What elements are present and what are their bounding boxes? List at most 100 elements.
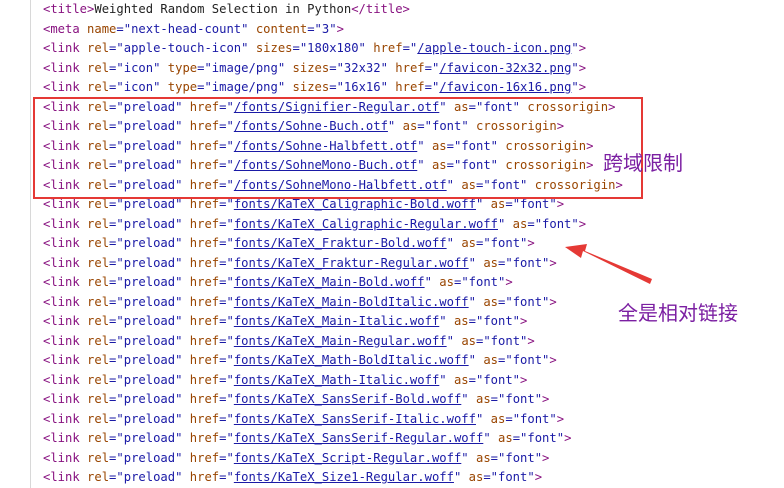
href-link[interactable]: fonts/KaTeX_Size1-Regular.woff (234, 470, 454, 484)
code-line: <link rel="preload" href="fonts/KaTeX_Fr… (0, 234, 784, 254)
rel-value: "preload" (116, 294, 183, 309)
rel-value: "preload" (116, 411, 183, 426)
attr-name: content (255, 21, 308, 36)
href-link[interactable]: /fonts/Signifier-Regular.otf (234, 100, 439, 114)
tag-open: <link (43, 372, 88, 387)
href-link[interactable]: /fonts/Sohne-Buch.otf (234, 119, 388, 133)
href-link[interactable]: fonts/KaTeX_Main-BoldItalic.woff (234, 295, 469, 309)
tag-open: <link (43, 294, 88, 309)
tag-close: > (527, 333, 535, 348)
tag-open: <link (43, 275, 88, 289)
as-value: "font" (476, 372, 521, 387)
href-link[interactable]: fonts/KaTeX_SansSerif-Regular.woff (234, 431, 483, 445)
href-link[interactable]: fonts/KaTeX_Script-Regular.woff (234, 451, 461, 465)
href-link[interactable]: /fonts/SohneMono-Buch.otf (234, 158, 417, 172)
href-link[interactable]: fonts/KaTeX_Caligraphic-Bold.woff (234, 197, 476, 211)
tag-close: > (542, 392, 550, 406)
rel-value: "preload" (116, 99, 183, 114)
rel-value: "preload" (116, 197, 183, 211)
type-value: "image/png" (204, 80, 286, 94)
attr-value: "next-head-count" (123, 21, 249, 36)
href-link[interactable]: fonts/KaTeX_Caligraphic-Regular.woff (234, 217, 498, 231)
href-link[interactable]: fonts/KaTeX_Main-Italic.woff (234, 314, 439, 328)
code-line: <link rel="preload" href="fonts/KaTeX_Ca… (0, 214, 784, 234)
tag-close: > (564, 431, 572, 445)
crossorigin-attr: crossorigin (527, 99, 609, 114)
as-value: "font" (424, 119, 469, 133)
type-value: "image/png" (204, 60, 286, 75)
rel-value: "preload" (116, 431, 183, 445)
tag-close: > (556, 119, 565, 133)
as-value: "font" (476, 314, 521, 328)
code-line: <link rel="preload" href="/fonts/Signifi… (0, 97, 784, 117)
href-link[interactable]: /fonts/Sohne-Halbfett.otf (234, 139, 417, 153)
as-value: "font" (483, 333, 528, 348)
rel-value: "preload" (116, 119, 183, 133)
as-value: "font" (505, 294, 550, 309)
rel-value: "icon" (116, 80, 161, 94)
href-link[interactable]: /apple-touch-icon.png (417, 41, 571, 55)
rel-value: "preload" (116, 275, 183, 289)
href-link[interactable]: fonts/KaTeX_Fraktur-Regular.woff (234, 256, 469, 270)
tag-open: <link (43, 138, 88, 153)
href-link[interactable]: fonts/KaTeX_SansSerif-Italic.woff (234, 412, 476, 426)
tag-close: > (549, 294, 557, 309)
href-link[interactable]: fonts/KaTeX_Main-Regular.woff (234, 334, 447, 348)
href-link[interactable]: /favicon-32x32.png (439, 61, 571, 75)
tag-open: <link (43, 314, 88, 328)
tag-open: <link (43, 80, 88, 94)
rel-value: "preload" (116, 158, 183, 172)
rel-value: "icon" (116, 60, 161, 75)
code-line: <link rel="preload" href="fonts/KaTeX_Sa… (0, 429, 784, 449)
tag-open: <link (43, 353, 88, 367)
tag-close: > (608, 99, 616, 114)
tag-open: <link (43, 450, 88, 465)
tag-close: > (578, 216, 587, 231)
cross-origin-annotation: 跨域限制 (603, 151, 683, 175)
href-link[interactable]: fonts/KaTeX_Math-Italic.woff (234, 373, 439, 387)
code-line: <link rel="preload" href="/fonts/SohneMo… (0, 175, 784, 195)
tag-close: > (505, 275, 513, 289)
code-line: <link rel="preload" href="fonts/KaTeX_Ca… (0, 195, 784, 215)
code-line: <link rel="preload" href="fonts/KaTeX_Sc… (0, 448, 784, 468)
rel-value: "preload" (116, 470, 183, 484)
rel-value: "preload" (116, 314, 183, 328)
as-value: "font" (453, 138, 499, 153)
rel-value: "apple-touch-icon" (116, 41, 249, 55)
href-link[interactable]: /fonts/SohneMono-Halbfett.otf (234, 178, 447, 192)
rel-value: "preload" (116, 353, 183, 367)
tag-close: > (520, 372, 528, 387)
crossorigin-attr: crossorigin (476, 119, 557, 133)
href-link[interactable]: fonts/KaTeX_SansSerif-Bold.woff (234, 392, 461, 406)
code-line: <link rel="preload" href="fonts/KaTeX_Ma… (0, 273, 784, 293)
href-link[interactable]: fonts/KaTeX_Math-BoldItalic.woff (234, 353, 469, 367)
as-value: "font" (453, 158, 499, 172)
tag-open: <link (43, 431, 88, 445)
tag-open: <link (43, 177, 88, 192)
href-link[interactable]: /favicon-16x16.png (439, 80, 571, 94)
as-value: "font" (534, 216, 579, 231)
as-value: "font" (505, 353, 550, 367)
rel-value: "preload" (116, 236, 183, 250)
as-value: "font" (512, 197, 557, 211)
tag-close: > (336, 21, 344, 36)
code-line: <link rel="preload" href="fonts/KaTeX_Sa… (0, 390, 784, 410)
code-line: <link rel="preload" href="fonts/KaTeX_Ma… (0, 331, 784, 351)
href-link[interactable]: fonts/KaTeX_Main-Bold.woff (234, 275, 425, 289)
tag-open: <link (43, 392, 88, 406)
as-value: "font" (483, 236, 528, 250)
href-link[interactable]: fonts/KaTeX_Fraktur-Bold.woff (234, 236, 447, 250)
crossorigin-attr: crossorigin (505, 138, 587, 153)
attr-value: "3" (314, 21, 337, 36)
as-value: "font" (483, 177, 528, 192)
tag-open: <link (43, 158, 88, 172)
tag-close: > (556, 411, 565, 426)
tag-close: > (578, 41, 587, 55)
rel-value: "preload" (116, 333, 183, 348)
code-line: <title>Weighted Random Selection in Pyth… (0, 0, 784, 20)
rel-value: "preload" (116, 216, 183, 231)
tag-close: > (520, 314, 528, 328)
rel-value: "preload" (116, 392, 183, 406)
tag-close: > (534, 470, 543, 484)
code-line: <link rel="icon" type="image/png" sizes=… (0, 78, 784, 98)
